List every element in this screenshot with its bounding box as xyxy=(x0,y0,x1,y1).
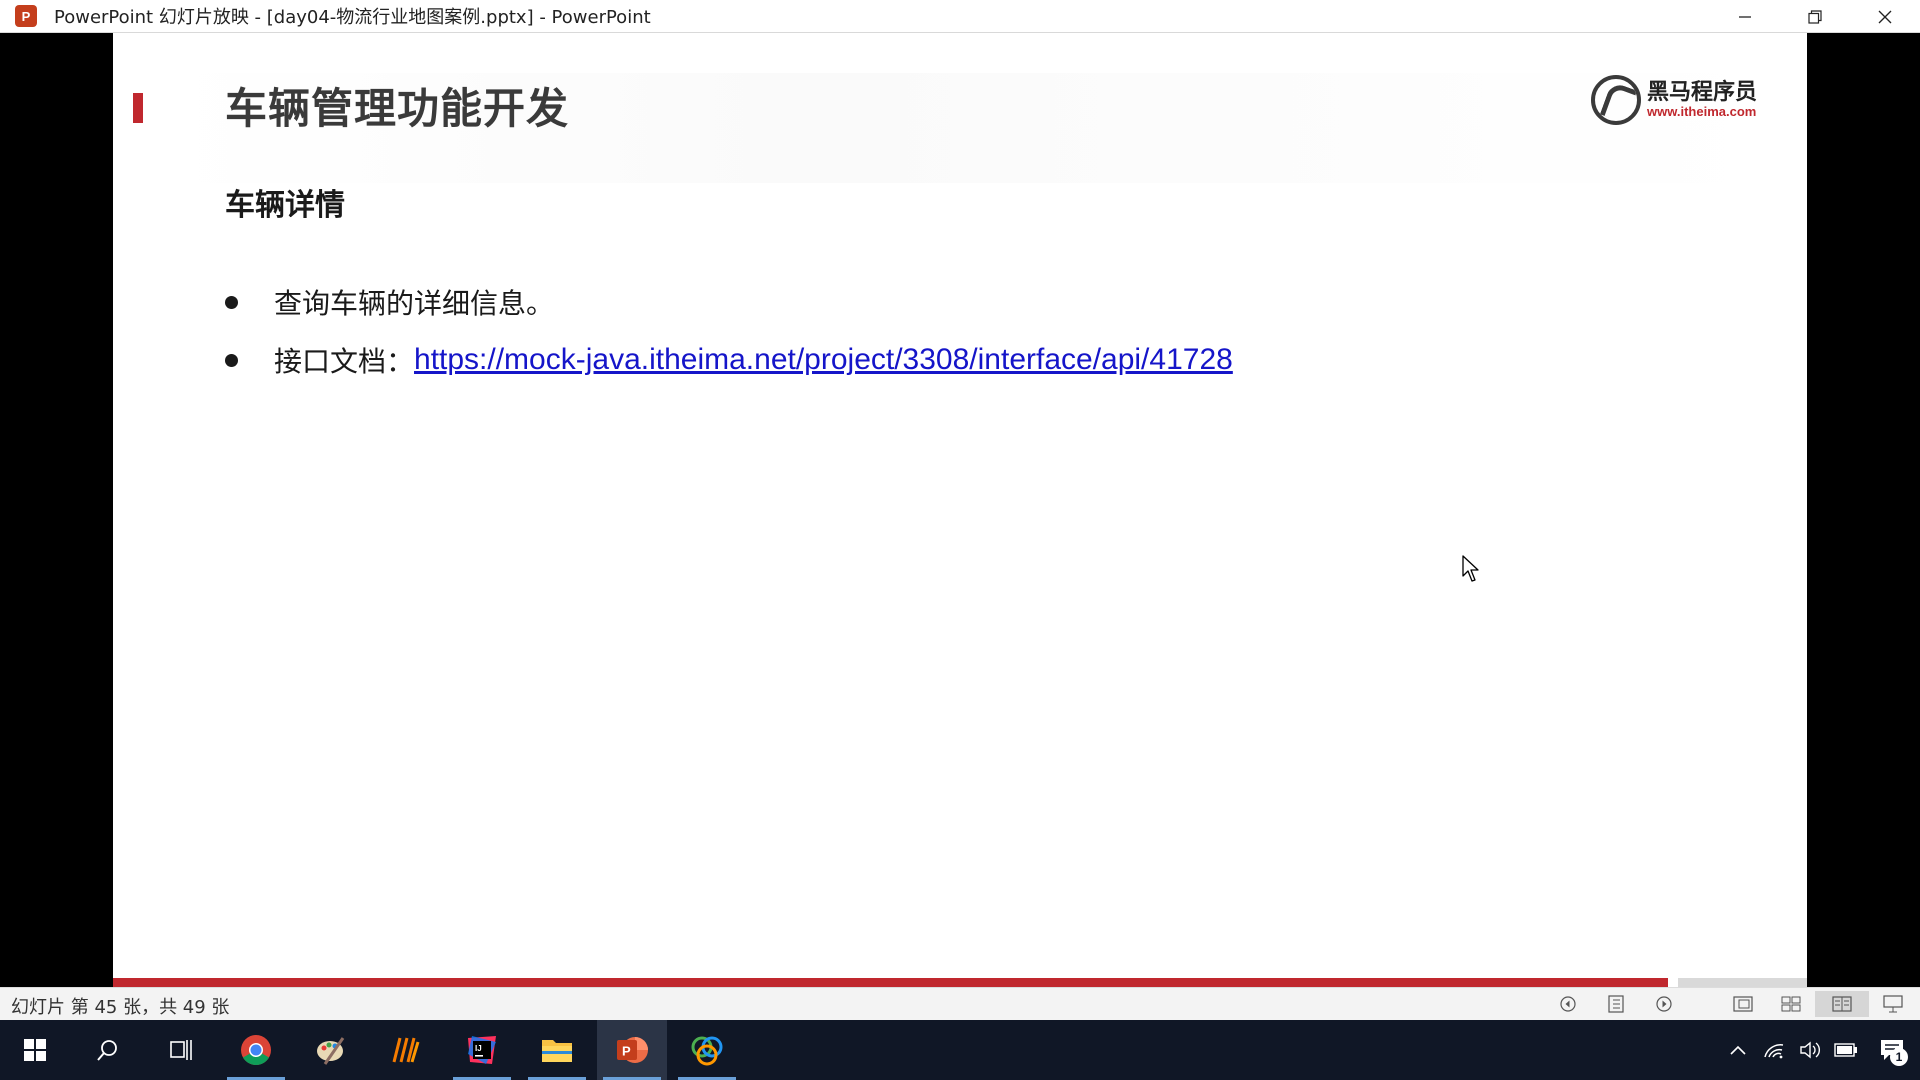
normal-view-button[interactable] xyxy=(1728,991,1758,1017)
file-explorer-taskbar-app[interactable] xyxy=(522,1020,592,1080)
battery-button[interactable] xyxy=(1828,1020,1864,1080)
previous-slide-button[interactable] xyxy=(1553,991,1583,1017)
previous-arrow-icon xyxy=(1560,996,1576,1012)
paint-taskbar-app[interactable] xyxy=(296,1020,366,1080)
slide-menu-button[interactable] xyxy=(1601,991,1631,1017)
bullet-item: 接口文档： https://mock-java.itheima.net/proj… xyxy=(225,331,1233,389)
horse-logo-icon xyxy=(1591,75,1641,125)
bullet-text: 查询车辆的详细信息。 xyxy=(274,287,555,320)
show-hidden-icons-button[interactable] xyxy=(1720,1020,1756,1080)
minimize-button[interactable] xyxy=(1710,0,1780,33)
battery-icon xyxy=(1834,1043,1857,1057)
sublime-icon xyxy=(392,1037,420,1063)
window-title-bar[interactable]: P PowerPoint 幻灯片放映 - [day04-物流行业地图案例.ppt… xyxy=(0,0,1920,33)
bullet-label: 接口文档： xyxy=(274,345,415,378)
system-tray: 1 xyxy=(1720,1020,1920,1080)
restore-button[interactable] xyxy=(1780,0,1850,33)
network-button[interactable] xyxy=(1756,1020,1792,1080)
svg-text:P: P xyxy=(622,1044,631,1059)
task-view-button[interactable] xyxy=(145,1020,215,1080)
reading-view-button[interactable] xyxy=(1815,991,1869,1017)
slide-sorter-button[interactable] xyxy=(1776,991,1806,1017)
next-slide-button[interactable] xyxy=(1649,991,1679,1017)
fork-icon xyxy=(691,1036,723,1066)
file-explorer-icon xyxy=(542,1040,572,1062)
itheima-logo: 黑马程序员 www.itheima.com xyxy=(1591,71,1763,129)
normal-view-icon xyxy=(1733,996,1753,1012)
powerpoint-app-icon: P xyxy=(15,5,41,27)
task-view-icon xyxy=(170,1040,192,1060)
slide-subtitle: 车辆详情 xyxy=(225,188,345,223)
paint-icon xyxy=(317,1037,345,1065)
start-button[interactable] xyxy=(0,1020,70,1080)
bullet-list: 查询车辆的详细信息。 接口文档： https://mock-java.ithei… xyxy=(225,273,1233,389)
status-bar: 幻灯片 第 45 张，共 49 张 xyxy=(0,987,1920,1020)
close-button[interactable] xyxy=(1850,0,1920,33)
chrome-icon xyxy=(241,1035,271,1066)
title-accent-bar xyxy=(133,93,143,123)
search-icon xyxy=(97,1040,117,1061)
slide-menu-icon xyxy=(1608,995,1624,1013)
sublime-taskbar-app[interactable] xyxy=(371,1020,441,1080)
fork-taskbar-app[interactable] xyxy=(672,1020,742,1080)
slide-counter: 幻灯片 第 45 张，共 49 张 xyxy=(11,997,230,1018)
next-arrow-icon xyxy=(1656,996,1672,1012)
search-button[interactable] xyxy=(73,1020,143,1080)
slideshow-view-icon xyxy=(1883,995,1903,1013)
volume-button[interactable] xyxy=(1792,1020,1828,1080)
windows-start-icon xyxy=(24,1039,46,1061)
slide-sorter-icon xyxy=(1781,996,1801,1012)
bullet-dot-icon xyxy=(225,295,238,309)
api-doc-link[interactable]: https://mock-java.itheima.net/project/33… xyxy=(414,343,1233,377)
mouse-cursor-icon xyxy=(1462,555,1479,582)
slide-title: 车辆管理功能开发 xyxy=(225,84,570,133)
chevron-up-icon xyxy=(1730,1045,1746,1055)
slide-canvas[interactable]: 车辆管理功能开发 黑马程序员 www.itheima.com 车辆详情 查询车辆… xyxy=(113,33,1807,987)
slide-progress-gap xyxy=(1668,978,1678,987)
powerpoint-icon: P xyxy=(617,1037,648,1063)
logo-brand-name: 黑马程序员 xyxy=(1647,79,1758,105)
action-center-button[interactable]: 1 xyxy=(1864,1020,1920,1080)
close-icon xyxy=(1878,10,1892,23)
powerpoint-taskbar-app[interactable]: P xyxy=(597,1020,667,1080)
reading-view-icon xyxy=(1832,996,1852,1012)
volume-icon xyxy=(1800,1041,1820,1059)
slideshow-view-button[interactable] xyxy=(1878,991,1908,1017)
wifi-icon xyxy=(1764,1044,1784,1059)
bullet-dot-icon xyxy=(225,353,238,367)
windows-taskbar: IJ P 1 xyxy=(0,1020,1920,1080)
notification-badge: 1 xyxy=(1890,1048,1908,1066)
bullet-item: 查询车辆的详细信息。 xyxy=(225,273,1233,331)
chrome-taskbar-app[interactable] xyxy=(221,1020,291,1080)
window-title: PowerPoint 幻灯片放映 - [day04-物流行业地图案例.pptx]… xyxy=(54,7,651,28)
restore-icon xyxy=(1808,9,1822,24)
svg-text:IJ: IJ xyxy=(475,1044,482,1053)
minimize-icon xyxy=(1739,15,1751,18)
slide-progress-bar xyxy=(113,978,1668,987)
intellij-taskbar-app[interactable]: IJ xyxy=(447,1020,517,1080)
logo-url: www.itheima.com xyxy=(1647,103,1757,119)
intellij-icon: IJ xyxy=(468,1036,496,1064)
